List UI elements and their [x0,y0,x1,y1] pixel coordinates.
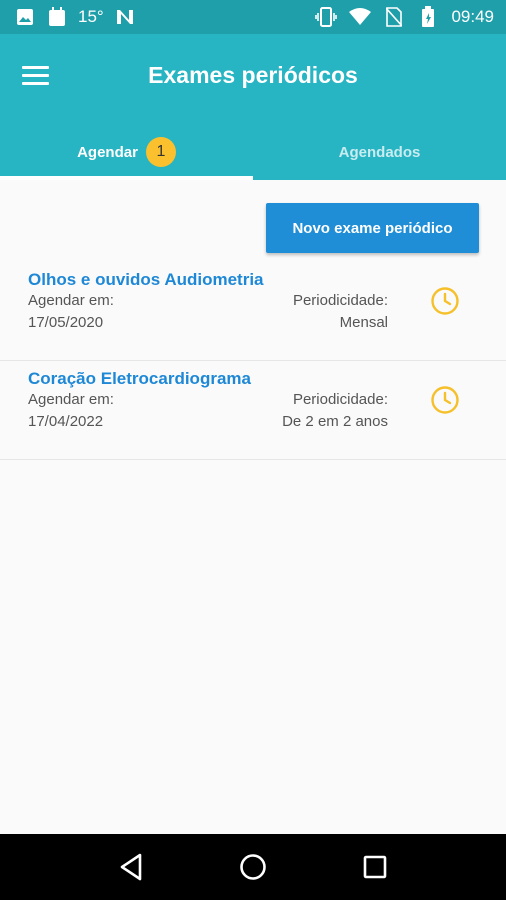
new-exam-button[interactable]: Novo exame periódico [266,203,479,253]
tab-indicator [0,176,253,180]
periodicity-label: Periodicidade: [292,391,388,408]
list-item[interactable]: Coração Eletrocardiograma Agendar em: 17… [0,361,506,460]
exam-title: Coração Eletrocardiograma [28,369,251,388]
clock-time: 09:49 [451,7,494,26]
calendar-icon [46,6,68,28]
exam-title: Olhos e ouvidos Audiometria [28,270,264,289]
clock-icon[interactable] [430,385,460,415]
no-sim-icon [383,6,405,28]
app-bar: Exames periódicos Agendar 1 Agendados [0,34,506,180]
periodicity-value: De 2 em 2 anos [282,413,388,430]
tab-agendar-badge: 1 [145,137,176,167]
clock-icon[interactable] [430,286,460,316]
tab-bar: Agendar 1 Agendados [0,124,506,180]
home-icon[interactable] [233,847,273,887]
temperature-text: 15° [78,7,104,26]
battery-icon [417,6,439,28]
wifi-icon [349,6,372,28]
exam-list: Olhos e ouvidos Audiometria Agendar em: … [0,262,506,460]
tab-agendados-label: Agendados [338,143,421,161]
status-bar: 15° 09:49 [0,0,506,34]
periodicity-label: Periodicidade: [292,292,388,309]
tab-agendados[interactable]: Agendados [253,124,506,180]
vibrate-icon [315,6,338,28]
list-item[interactable]: Olhos e ouvidos Audiometria Agendar em: … [0,262,506,361]
tab-agendar-label: Agendar [77,143,138,161]
image-icon [14,6,36,28]
schedule-label: Agendar em: [28,391,114,408]
recents-icon[interactable] [355,847,395,887]
schedule-date: 17/05/2020 [28,314,104,331]
tab-agendar[interactable]: Agendar 1 [0,124,253,180]
n-icon [114,6,136,28]
schedule-label: Agendar em: [28,292,114,309]
periodicity-value: Mensal [339,314,388,331]
schedule-date: 17/04/2022 [28,413,104,430]
back-icon[interactable] [111,847,151,887]
page-title: Exames periódicos [148,62,358,88]
system-nav-bar [0,834,506,900]
